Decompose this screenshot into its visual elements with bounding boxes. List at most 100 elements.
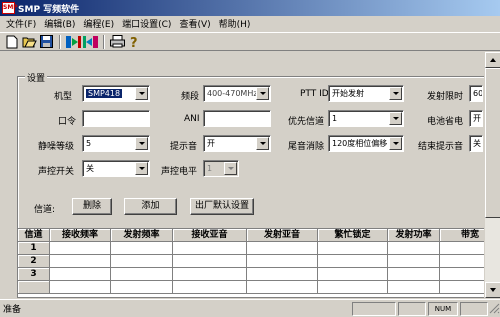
factory-default-button[interactable]: 出厂默认设置	[190, 198, 254, 215]
write-icon[interactable]	[82, 34, 98, 50]
menu-help[interactable]: 帮助(H)	[215, 17, 255, 30]
table-row[interactable]: 2	[18, 255, 499, 268]
grid-cell[interactable]	[247, 242, 318, 255]
status-text: 准备	[3, 305, 22, 315]
menu-view[interactable]: 查看(V)	[175, 17, 214, 30]
model-label: 机型	[54, 92, 73, 102]
beep-label: 提示音	[170, 142, 198, 152]
band-value: 400-470MHz	[207, 89, 258, 98]
num-lock-indicator: NUM	[428, 301, 458, 316]
grid-cell[interactable]	[50, 255, 111, 268]
grid-cell[interactable]	[388, 255, 440, 268]
help-icon[interactable]: ?	[126, 34, 142, 50]
chevron-down-icon[interactable]	[256, 137, 269, 150]
scroll-thumb[interactable]	[485, 68, 500, 218]
chevron-down-icon[interactable]	[389, 137, 402, 150]
menu-program[interactable]: 编程(E)	[79, 17, 118, 30]
grid-cell[interactable]	[247, 255, 318, 268]
chevron-down-icon[interactable]	[135, 137, 148, 150]
chevron-down-icon[interactable]	[389, 112, 402, 125]
grid-cell[interactable]	[111, 268, 173, 281]
grid-cell[interactable]	[247, 281, 318, 294]
beep-select[interactable]: 开	[203, 135, 271, 152]
chevron-down-icon[interactable]	[389, 87, 402, 100]
grid-cell[interactable]	[388, 242, 440, 255]
chevron-down-icon[interactable]	[256, 87, 269, 100]
grid-cell[interactable]	[318, 268, 388, 281]
window-title: SMP 写频软件	[18, 4, 80, 15]
beep-value: 开	[207, 139, 215, 148]
grid-cell[interactable]	[111, 255, 173, 268]
app-icon: SMP	[2, 2, 18, 14]
menu-port-settings[interactable]: 端口设置(C)	[118, 17, 175, 30]
column-header[interactable]: 信道	[18, 229, 50, 242]
table-row[interactable]: 1	[18, 242, 499, 255]
row-header[interactable]: 3	[18, 268, 50, 281]
delete-button[interactable]: 删除	[72, 198, 112, 215]
channel-grid[interactable]: 信道 接收频率 发射频率 接收亚音 发射亚音 繁忙锁定 发射功率 带宽 1 2	[17, 228, 500, 298]
column-header[interactable]: 接收亚音	[173, 229, 247, 242]
column-header[interactable]: 发射亚音	[247, 229, 318, 242]
squelch-label: 静噪等级	[38, 142, 75, 152]
battery-save-select[interactable]: 开	[469, 110, 483, 127]
band-select[interactable]: 400-470MHz	[203, 85, 271, 102]
grid-cell[interactable]	[50, 242, 111, 255]
tx-limit-select[interactable]: 60s	[469, 85, 483, 102]
tx-limit-value: 60s	[473, 89, 483, 98]
channel-label: 信道:	[34, 205, 56, 215]
priority-channel-select[interactable]: 1	[328, 110, 404, 127]
column-header[interactable]: 发射频率	[111, 229, 173, 242]
tail-elimination-value: 120度相位偏移	[332, 139, 388, 148]
grid-cell[interactable]	[388, 268, 440, 281]
new-icon[interactable]	[4, 34, 20, 50]
grid-cell[interactable]	[247, 268, 318, 281]
chevron-down-icon[interactable]	[224, 162, 237, 175]
toolbar-separator	[103, 34, 105, 49]
menu-edit[interactable]: 编辑(B)	[40, 17, 79, 30]
grid-cell[interactable]	[173, 268, 247, 281]
column-header[interactable]: 发射功率	[388, 229, 440, 242]
menu-file[interactable]: 文件(F)	[2, 17, 40, 30]
row-header[interactable]	[18, 281, 50, 294]
chevron-down-icon[interactable]	[135, 87, 148, 100]
ani-field[interactable]	[203, 110, 271, 127]
grid-cell[interactable]	[173, 281, 247, 294]
vox-switch-select[interactable]: 关	[82, 160, 150, 177]
model-select[interactable]: SMP418	[82, 85, 150, 102]
grid-cell[interactable]	[318, 242, 388, 255]
band-label: 频段	[181, 92, 200, 102]
save-icon[interactable]	[38, 34, 54, 50]
ptt-id-select[interactable]: 开始发射	[328, 85, 404, 102]
add-button[interactable]: 添加	[124, 198, 177, 215]
vox-level-select[interactable]: 1	[203, 160, 239, 177]
squelch-select[interactable]: 5	[82, 135, 150, 152]
grid-cell[interactable]	[173, 255, 247, 268]
open-icon[interactable]	[21, 34, 37, 50]
row-header[interactable]: 1	[18, 242, 50, 255]
column-header[interactable]: 接收频率	[50, 229, 111, 242]
scroll-up-icon[interactable]	[485, 52, 500, 68]
column-header[interactable]: 繁忙锁定	[318, 229, 388, 242]
grid-cell[interactable]	[111, 242, 173, 255]
table-row[interactable]: 3	[18, 268, 499, 281]
print-icon[interactable]	[109, 34, 125, 50]
table-row[interactable]	[18, 281, 499, 294]
end-tone-select[interactable]: 关	[469, 135, 483, 152]
row-header[interactable]: 2	[18, 255, 50, 268]
grid-cell[interactable]	[50, 281, 111, 294]
grid-cell[interactable]	[173, 242, 247, 255]
read-icon[interactable]	[65, 34, 81, 50]
grid-cell[interactable]	[318, 281, 388, 294]
resize-grip-icon[interactable]	[488, 302, 500, 316]
grid-cell[interactable]	[388, 281, 440, 294]
grid-cell[interactable]	[111, 281, 173, 294]
password-field[interactable]	[82, 110, 150, 127]
vertical-scrollbar[interactable]	[484, 52, 500, 298]
tail-elimination-select[interactable]: 120度相位偏移	[328, 135, 404, 152]
grid-cell[interactable]	[318, 255, 388, 268]
chevron-down-icon[interactable]	[135, 162, 148, 175]
grid-cell[interactable]	[50, 268, 111, 281]
vox-level-value: 1	[207, 164, 213, 173]
scroll-down-icon[interactable]	[485, 282, 500, 298]
priority-channel-label: 优先信道	[288, 117, 325, 127]
